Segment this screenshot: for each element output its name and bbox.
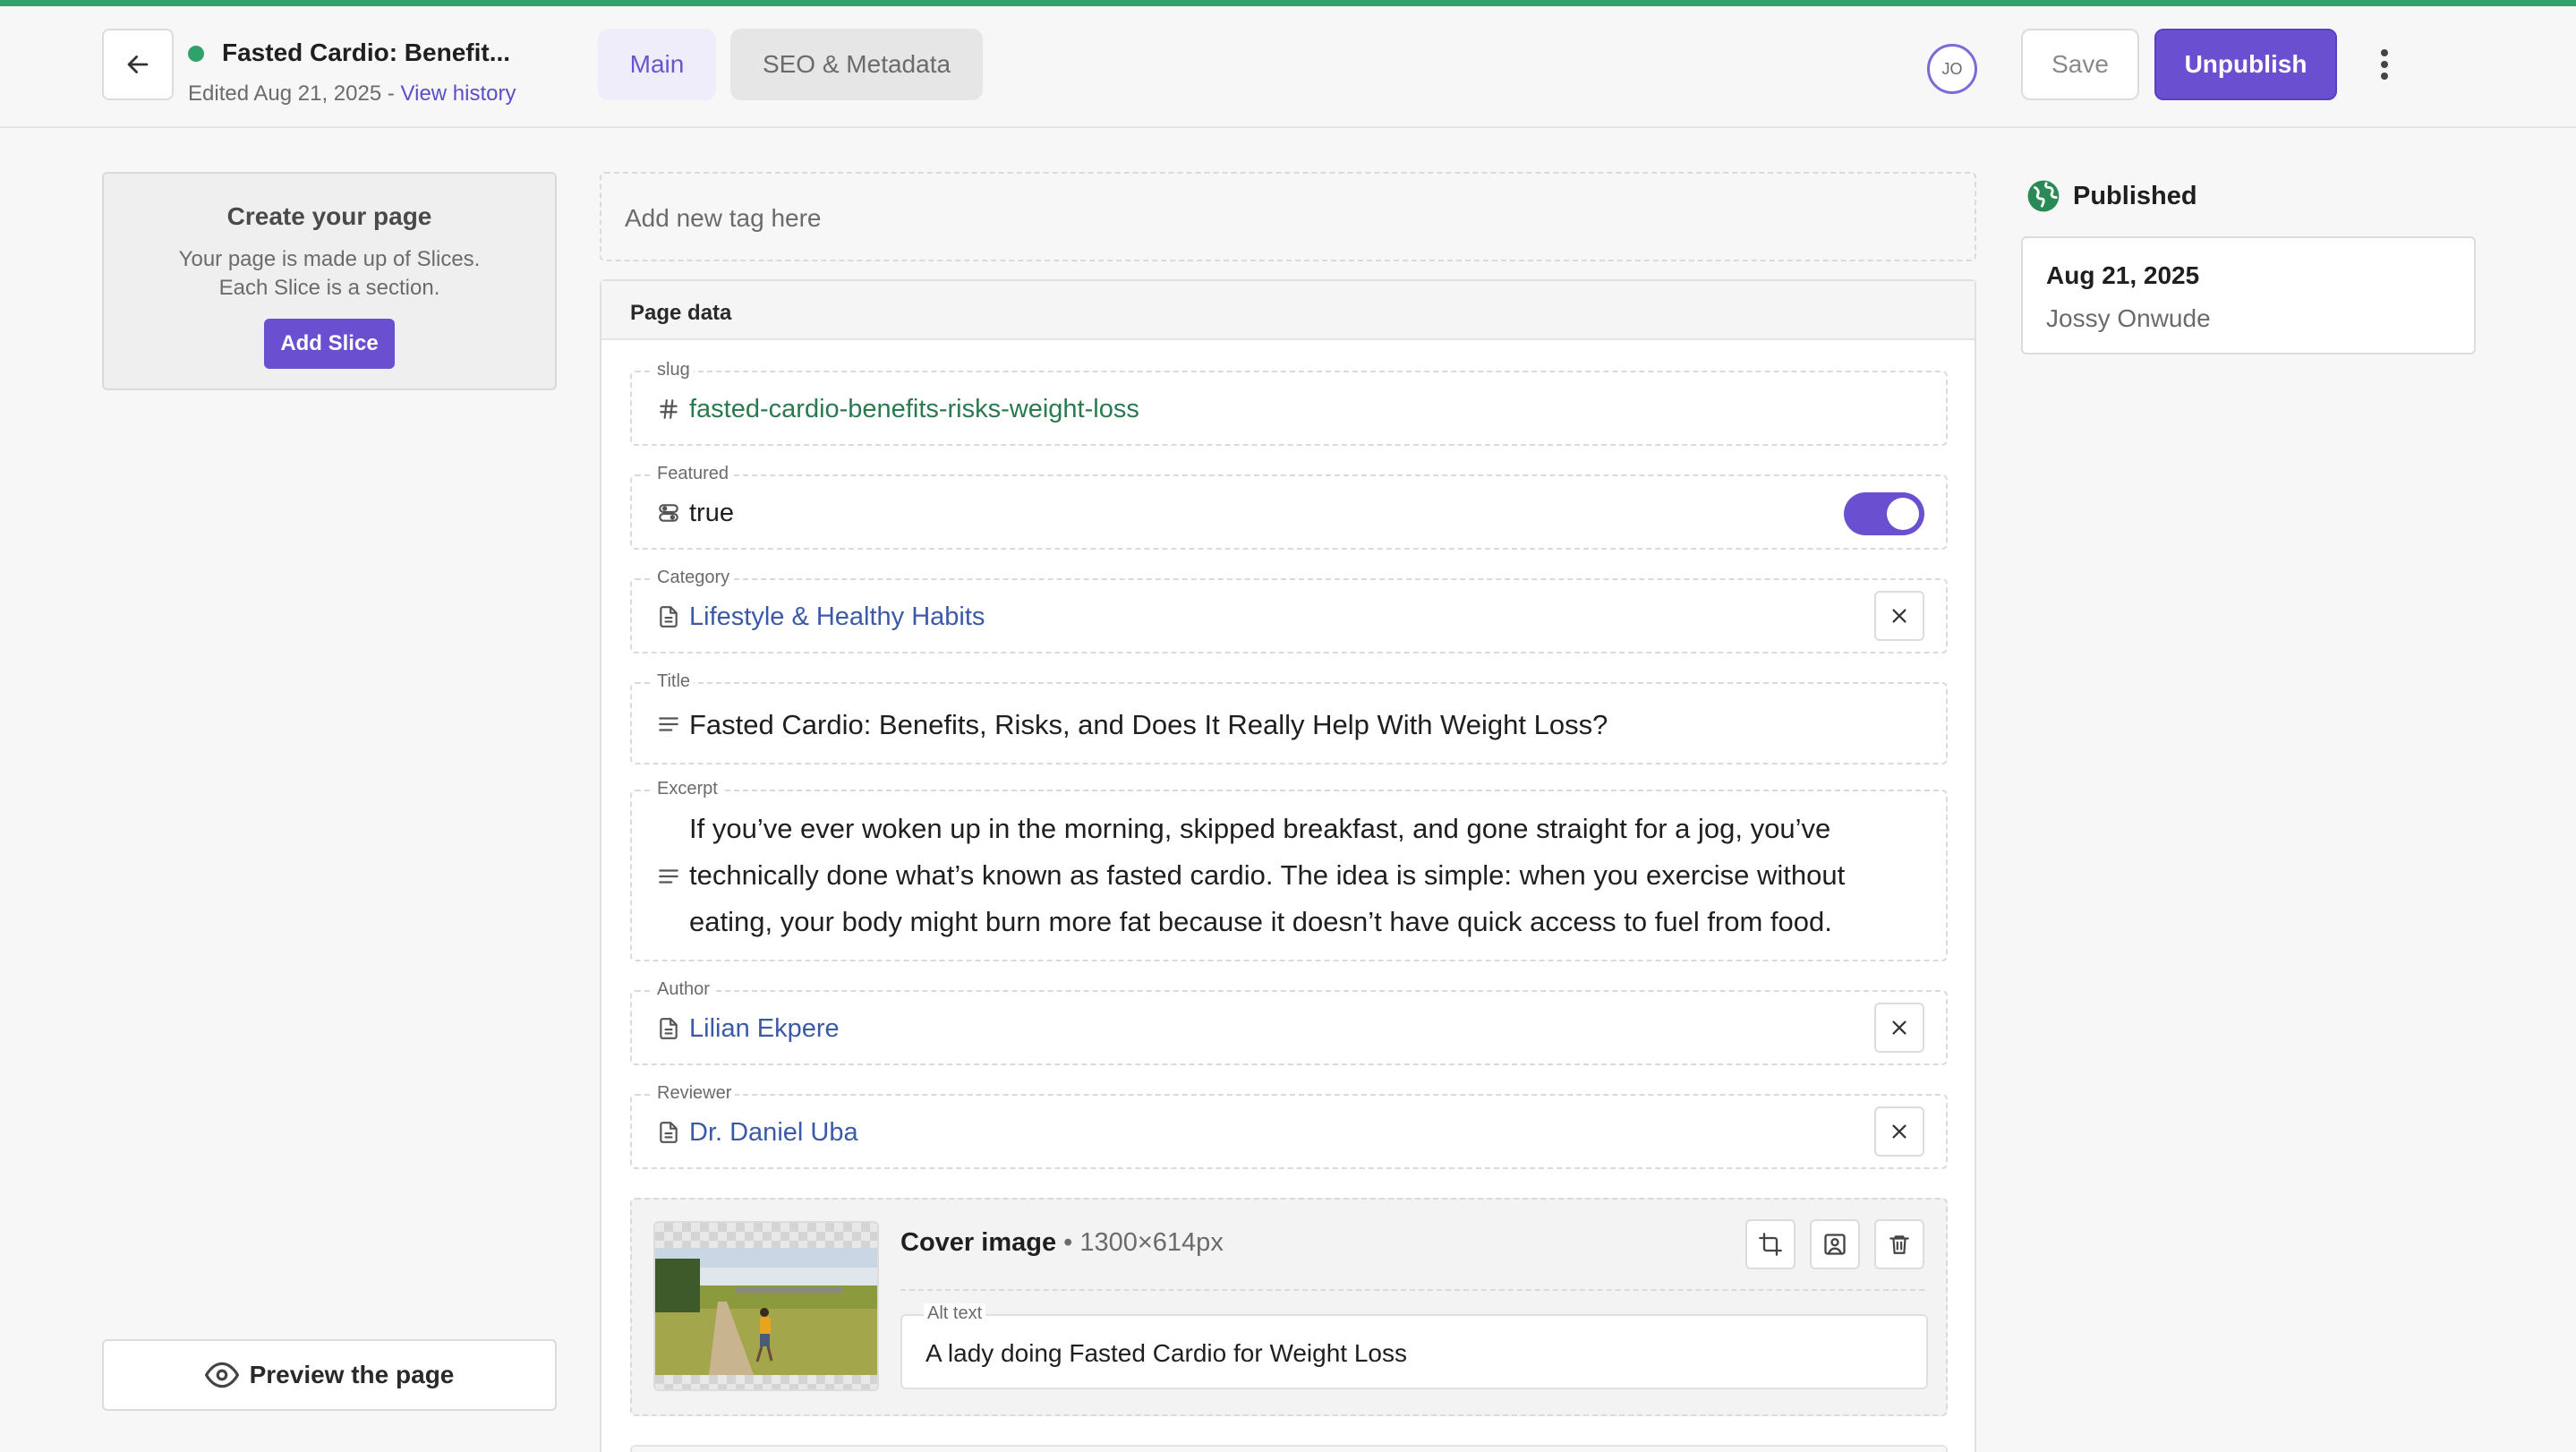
publish-info-card: Aug 21, 2025 Jossy Onwude: [2021, 236, 2476, 354]
unpublish-button[interactable]: Unpublish: [2154, 29, 2337, 100]
text-lines-icon: [659, 717, 678, 731]
back-arrow-icon: [127, 56, 149, 73]
publish-status-label: Published: [2073, 181, 2197, 210]
author-value[interactable]: Lilian Ekpere: [689, 1014, 840, 1044]
document-icon: [660, 1122, 678, 1143]
create-page-description: Your page is made up of Slices. Each Sli…: [104, 245, 555, 303]
cover-image-dimensions: • 1300×614px: [1063, 1228, 1224, 1257]
cover-divider: [900, 1289, 1924, 1291]
close-icon: [1892, 609, 1906, 623]
alt-text-field[interactable]: Alt text A lady doing Fasted Cardio for …: [900, 1303, 1928, 1389]
create-page-title: Create your page: [226, 202, 432, 230]
document-title: Fasted Cardio: Benefit...: [222, 38, 511, 66]
avatar[interactable]: JO: [1927, 44, 1977, 94]
publish-date: Aug 21, 2025: [2046, 261, 2200, 289]
cover-image-thumbnail[interactable]: [653, 1221, 879, 1391]
title-value: Fasted Cardio: Benefits, Risks, and Does…: [689, 709, 1608, 740]
back-button[interactable]: [102, 29, 174, 100]
cover-image-heading: Cover image • 1300×614px: [900, 1228, 1224, 1258]
text-lines-icon: [659, 869, 678, 884]
document-icon: [660, 606, 678, 628]
featured-label: Featured: [653, 464, 733, 484]
header: Fasted Cardio: Benefit... Edited Aug 21,…: [0, 6, 2576, 128]
create-page-line-2: Each Slice is a section.: [218, 276, 440, 300]
add-slice-button[interactable]: Add Slice: [264, 319, 395, 369]
preview-label: Preview the page: [249, 1361, 455, 1388]
document-icon: [660, 1018, 678, 1039]
delete-image-button[interactable]: [1874, 1219, 1924, 1269]
remove-author-button[interactable]: [1874, 1003, 1924, 1053]
tag-input[interactable]: Add new tag here: [600, 172, 1976, 261]
slug-label: slug: [653, 360, 694, 380]
next-field: [630, 1445, 1948, 1452]
excerpt-field[interactable]: Excerpt If you’ve ever woken up in the m…: [630, 779, 1948, 961]
create-page-line-1: Your page is made up of Slices.: [178, 247, 481, 271]
reviewer-field[interactable]: Reviewer Dr. Daniel Uba: [630, 1083, 1948, 1169]
author-label: Author: [653, 979, 713, 1000]
hash-icon: [660, 399, 678, 419]
reviewer-value[interactable]: Dr. Daniel Uba: [689, 1118, 858, 1148]
alt-text-value: A lady doing Fasted Cardio for Weight Lo…: [925, 1339, 1408, 1367]
publish-status: Published: [2026, 179, 2197, 213]
cover-photo: [655, 1248, 877, 1375]
featured-toggle[interactable]: [1844, 492, 1924, 535]
globe-icon: [2027, 180, 2060, 212]
author-field[interactable]: Author Lilian Ekpere: [630, 979, 1948, 1065]
excerpt-label: Excerpt: [653, 779, 721, 799]
cover-image-actions: [1745, 1219, 1924, 1269]
preview-page-button[interactable]: Preview the page: [102, 1339, 557, 1411]
edit-info: Edited Aug 21, 2025 - View history: [188, 81, 516, 107]
crop-button[interactable]: [1745, 1219, 1796, 1269]
status-dot: [188, 46, 204, 62]
crop-icon: [1759, 1233, 1782, 1256]
alt-text-label: Alt text: [924, 1303, 986, 1324]
featured-value: true: [689, 499, 734, 527]
eye-icon: [204, 1362, 239, 1388]
tab-main[interactable]: Main: [598, 29, 716, 100]
publish-user: Jossy Onwude: [2046, 304, 2211, 332]
reviewer-label: Reviewer: [653, 1083, 736, 1104]
remove-reviewer-button[interactable]: [1874, 1106, 1924, 1157]
cover-image-field: Cover image • 1300×614px Alt text A lady…: [630, 1198, 1948, 1416]
cover-image-label: Cover image: [900, 1228, 1057, 1257]
more-options-button[interactable]: [2370, 47, 2399, 82]
view-history-link[interactable]: View history: [401, 81, 516, 106]
edited-date: Edited Aug 21, 2025 -: [188, 81, 395, 106]
save-button[interactable]: Save: [2021, 29, 2139, 100]
category-label: Category: [653, 568, 734, 588]
close-icon: [1892, 1124, 1906, 1139]
title-field[interactable]: Title Fasted Cardio: Benefits, Risks, an…: [630, 671, 1948, 764]
top-accent-bar: [0, 0, 2576, 6]
replace-image-icon: [1824, 1234, 1846, 1255]
page-data-panel: Page data slug fasted-cardio-benefits-ri…: [600, 279, 1976, 1452]
trash-icon: [1889, 1235, 1909, 1254]
slug-field[interactable]: slug fasted-cardio-benefits-risks-weight…: [630, 360, 1948, 446]
title-label: Title: [653, 671, 695, 692]
slug-value: fasted-cardio-benefits-risks-weight-loss: [689, 395, 1139, 423]
page-data-heading: Page data: [601, 281, 1975, 340]
excerpt-value: If you’ve ever woken up in the morning, …: [689, 813, 1846, 937]
create-page-card: Create your page Your page is made up of…: [102, 172, 557, 390]
category-value[interactable]: Lifestyle & Healthy Habits: [689, 602, 985, 632]
category-field[interactable]: Category Lifestyle & Healthy Habits: [630, 568, 1948, 653]
toggle-icon: [659, 504, 678, 522]
kebab-menu-icon: [2381, 49, 2388, 80]
replace-image-button[interactable]: [1810, 1219, 1860, 1269]
tab-seo-metadata[interactable]: SEO & Metadata: [730, 29, 983, 100]
featured-field: Featured true: [630, 464, 1948, 550]
remove-category-button[interactable]: [1874, 591, 1924, 641]
close-icon: [1892, 1021, 1906, 1035]
